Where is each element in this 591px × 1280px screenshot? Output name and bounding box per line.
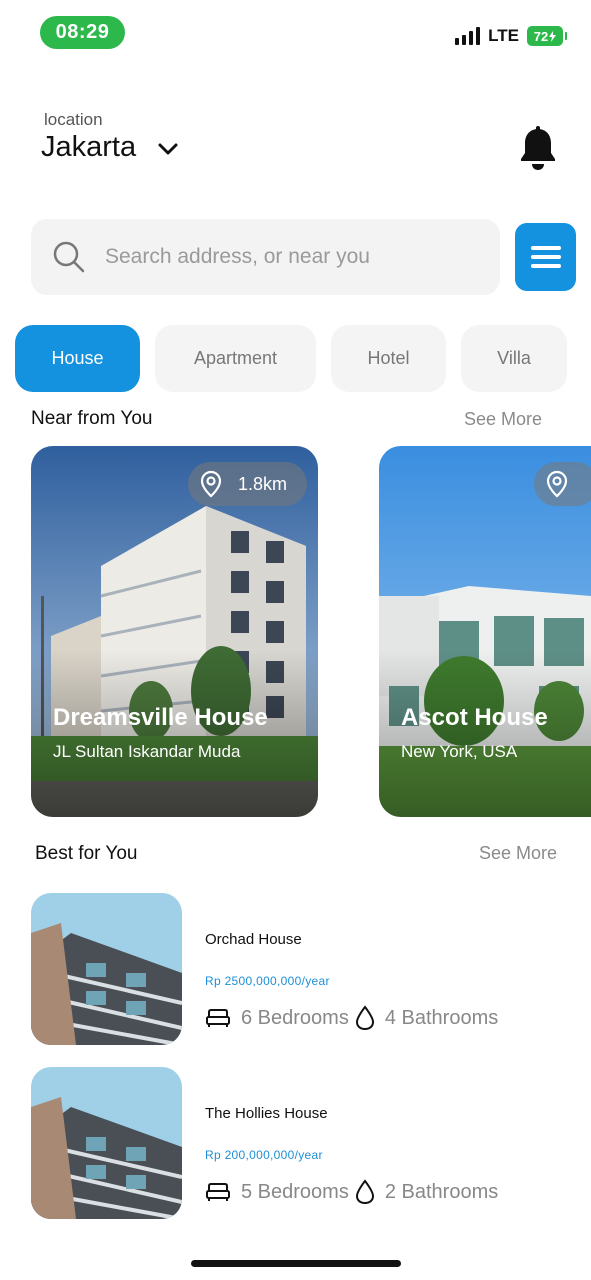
distance-value: 1.8km bbox=[238, 473, 288, 494]
water-drop-icon bbox=[355, 1179, 374, 1205]
best-section-title: Best for You bbox=[35, 843, 138, 864]
bedrooms-count: 6 Bedrooms bbox=[241, 1006, 349, 1029]
property-address: JL Sultan Iskandar Muda bbox=[53, 742, 241, 761]
status-time: 08:29 bbox=[40, 16, 125, 49]
near-card-ascot[interactable]: Ascot House New York, USA bbox=[379, 446, 591, 817]
location-label: location bbox=[44, 110, 103, 129]
property-price: Rp 2500,000,000/year bbox=[205, 974, 330, 988]
bathrooms-feature: 2 Bathrooms bbox=[355, 1179, 498, 1205]
property-features: 6 Bedrooms 4 Bathrooms bbox=[205, 1005, 498, 1031]
search-icon bbox=[53, 241, 85, 273]
notification-bell-icon[interactable] bbox=[518, 126, 558, 172]
property-name: Ascot House bbox=[401, 704, 548, 731]
bathrooms-count: 2 Bathrooms bbox=[384, 1180, 499, 1203]
hamburger-menu-icon bbox=[530, 246, 561, 268]
best-see-more-link[interactable]: See More bbox=[479, 843, 557, 864]
chevron-down-icon bbox=[158, 143, 178, 154]
network-type: LTE bbox=[488, 26, 519, 45]
bed-icon bbox=[206, 1009, 230, 1027]
property-address: New York, USA bbox=[401, 742, 518, 761]
property-thumbnail bbox=[31, 1067, 182, 1219]
property-thumbnail bbox=[31, 893, 182, 1045]
near-section-title: Near from You bbox=[31, 408, 153, 429]
location-city: Jakarta bbox=[41, 131, 137, 163]
tab-apartment[interactable]: Apartment bbox=[155, 325, 316, 392]
list-item[interactable]: Orchad House Rp 2500,000,000/year 6 Bedr… bbox=[31, 893, 571, 1045]
search-input[interactable] bbox=[105, 245, 465, 269]
bed-icon bbox=[206, 1183, 230, 1201]
tab-hotel[interactable]: Hotel bbox=[331, 325, 446, 392]
property-name: The Hollies House bbox=[205, 1105, 328, 1122]
status-indicators: LTE 72 bbox=[455, 26, 567, 46]
search-bar[interactable] bbox=[31, 219, 500, 295]
property-features: 5 Bedrooms 2 Bathrooms bbox=[205, 1179, 498, 1205]
property-name: Dreamsville House bbox=[53, 704, 268, 731]
location-pin-icon bbox=[200, 470, 222, 498]
filter-menu-button[interactable] bbox=[515, 223, 576, 291]
bedrooms-feature: 6 Bedrooms bbox=[205, 1007, 349, 1030]
home-indicator[interactable] bbox=[191, 1260, 401, 1267]
cellular-signal-icon bbox=[455, 27, 481, 45]
tab-villa[interactable]: Villa bbox=[461, 325, 567, 392]
property-price: Rp 200,000,000/year bbox=[205, 1148, 323, 1162]
water-drop-icon bbox=[355, 1005, 374, 1031]
distance-badge: 1.8km bbox=[188, 462, 308, 506]
distance-badge bbox=[534, 462, 591, 506]
location-selector[interactable]: Jakarta bbox=[41, 131, 178, 164]
near-see-more-link[interactable]: See More bbox=[464, 409, 542, 430]
location-pin-icon bbox=[546, 470, 568, 498]
battery-level: 72 bbox=[533, 28, 549, 44]
list-item[interactable]: The Hollies House Rp 200,000,000/year 5 … bbox=[31, 1067, 571, 1219]
bathrooms-count: 4 Bathrooms bbox=[384, 1006, 499, 1029]
bathrooms-feature: 4 Bathrooms bbox=[355, 1005, 498, 1031]
battery-icon: 72 bbox=[527, 26, 567, 46]
tab-house[interactable]: House bbox=[15, 325, 140, 392]
bedrooms-count: 5 Bedrooms bbox=[241, 1180, 349, 1203]
near-card-dreamsville[interactable]: 1.8km Dreamsville House JL Sultan Iskand… bbox=[31, 446, 318, 817]
bedrooms-feature: 5 Bedrooms bbox=[205, 1181, 349, 1204]
property-name: Orchad House bbox=[205, 931, 302, 948]
